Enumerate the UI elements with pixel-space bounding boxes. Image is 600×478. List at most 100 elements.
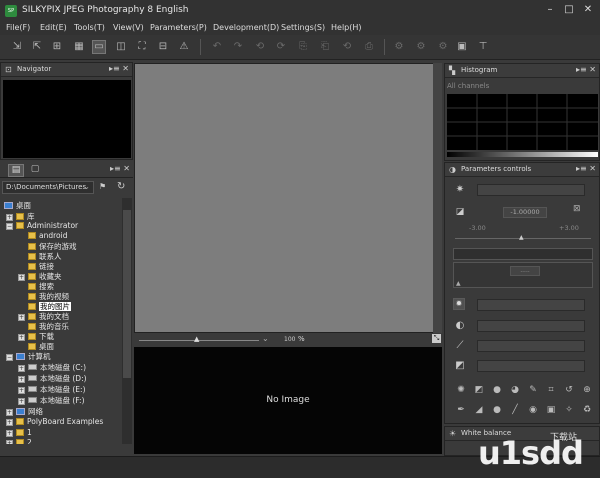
close-button[interactable]: ✕ (580, 3, 596, 17)
tool-gradient-icon[interactable]: ◢ (473, 404, 485, 416)
image-preview-canvas[interactable] (134, 63, 442, 333)
preview-view-icon[interactable]: ▭ (92, 40, 106, 54)
contrast-icon[interactable]: ◐ (453, 319, 467, 333)
panel-layout-icon[interactable]: ⊟ (156, 40, 170, 54)
menu-development[interactable]: Development(D) (213, 23, 279, 32)
tool-curve-icon[interactable]: ◩ (473, 384, 485, 396)
refresh-icon[interactable]: ↻ (117, 181, 125, 192)
grid-view-icon[interactable]: ⊞ (50, 40, 64, 54)
tree-item[interactable]: android (28, 231, 67, 241)
tool-sun-icon[interactable]: ✺ (455, 384, 467, 396)
fit-screen-icon[interactable]: ⤡ (432, 334, 441, 343)
rotate-left-icon[interactable]: ⟲ (253, 40, 267, 54)
reset-params-icon[interactable]: ⟲ (340, 40, 354, 54)
panel-menu-icon[interactable]: ▸≡ ✕ (576, 65, 596, 74)
tool-drop-icon[interactable]: ◕ (509, 384, 521, 396)
hammer-icon[interactable]: ⊤ (476, 40, 490, 54)
zoom-slider-thumb[interactable]: ▲ (194, 335, 199, 343)
tree-item[interactable]: + 下载 (18, 331, 54, 341)
tool-spot-icon[interactable]: ▣ (545, 404, 557, 416)
menu-file[interactable]: File(F) (6, 23, 30, 32)
zoom-dropdown-icon[interactable]: ⌄ (262, 334, 269, 343)
sharpness-icon[interactable]: ✹ (453, 298, 465, 310)
tool-crop-icon[interactable]: ⌗ (545, 384, 557, 396)
menu-parameters[interactable]: Parameters(P) (150, 23, 207, 32)
panel-menu-icon[interactable]: ▸≡ ✕ (110, 164, 130, 173)
menu-settings[interactable]: Settings(S) (281, 23, 325, 32)
exposure-value-field[interactable]: -1.00000 (503, 207, 547, 218)
tree-item[interactable]: − Administrator (6, 221, 78, 231)
tree-item[interactable]: + 库 (6, 211, 35, 221)
gear-icon[interactable]: ✷ (453, 183, 467, 197)
sharpness-dropdown[interactable] (477, 299, 585, 311)
tree-item[interactable]: + 我的文档 (18, 311, 69, 321)
tool-circle-icon[interactable]: ◉ (527, 404, 539, 416)
compare-view-icon[interactable]: ◫ (114, 40, 128, 54)
contrast-dropdown[interactable] (477, 320, 585, 332)
fullscreen-icon[interactable]: ⛶ (135, 40, 149, 54)
menu-view[interactable]: View(V) (113, 23, 144, 32)
color-dropdown[interactable] (477, 340, 585, 352)
tree-scrollbar[interactable] (122, 198, 132, 444)
noise-dropdown[interactable] (477, 360, 585, 372)
tool-wand-icon[interactable]: ✧ (563, 404, 575, 416)
tree-item[interactable]: + 本地磁盘 (F:) (18, 395, 85, 405)
tool-sphere-icon[interactable]: ● (491, 384, 503, 396)
tool-b-icon[interactable]: ⚙ (414, 40, 428, 54)
auto-exposure-icon[interactable]: ⊠ (573, 204, 581, 214)
tree-item[interactable]: 链接 (28, 261, 54, 271)
exposure-slider-thumb[interactable]: ▲ (519, 234, 524, 241)
tree-item[interactable]: +2 (6, 438, 32, 444)
tool-c-icon[interactable]: ⚙ (436, 40, 450, 54)
undo-icon[interactable]: ↶ (210, 40, 224, 54)
tree-item[interactable]: + 本地磁盘 (C:) (18, 362, 86, 372)
minimize-button[interactable]: – (542, 3, 558, 17)
tree-item[interactable]: + 网络 (6, 406, 43, 416)
tree-item[interactable]: 我的音乐 (28, 321, 69, 331)
save-params-icon[interactable]: ⎙ (362, 40, 376, 54)
tone-value[interactable]: ..... (510, 266, 540, 276)
tree-item[interactable]: +1 (6, 428, 32, 438)
preview-scrollbar[interactable] (433, 63, 442, 333)
tone-slider-thumb[interactable]: ▲ (456, 280, 461, 287)
batch-icon[interactable]: ⇱ (30, 40, 44, 54)
tool-drop2-icon[interactable]: ● (491, 404, 503, 416)
tone-dropdown[interactable] (453, 248, 593, 260)
noise-icon[interactable]: ◩ (453, 359, 467, 373)
tool-lens-icon[interactable]: ⊕ (581, 384, 593, 396)
comment-tab-icon[interactable]: ▢ (28, 164, 42, 177)
zoom-value[interactable]: 100 (284, 336, 295, 343)
tree-item[interactable]: 搜索 (28, 281, 54, 291)
menu-help[interactable]: Help(H) (331, 23, 362, 32)
menu-edit[interactable]: Edit(E) (40, 23, 67, 32)
paste-params-icon[interactable]: ⎗ (318, 40, 332, 54)
preset-dropdown[interactable] (477, 184, 585, 196)
panel-menu-icon[interactable]: ▸≡ ✕ (109, 64, 129, 73)
tool-a-icon[interactable]: ⚙ (392, 40, 406, 54)
copy-params-icon[interactable]: ⎘ (296, 40, 310, 54)
tool-line-icon[interactable]: ╱ (509, 404, 521, 416)
tree-item[interactable]: + 本地磁盘 (D:) (18, 373, 87, 383)
tree-item[interactable]: 联系人 (28, 251, 62, 261)
tree-item[interactable]: + PolyBoard Examples (6, 417, 103, 427)
rotate-right-icon[interactable]: ⟳ (274, 40, 288, 54)
tree-scroll-thumb[interactable] (123, 210, 131, 378)
tree-item[interactable]: 保存的游戏 (28, 241, 77, 251)
histogram-channel-select[interactable]: All channels (447, 82, 597, 94)
tree-item[interactable]: 我的视频 (28, 291, 69, 301)
panel-menu-icon[interactable]: ▸≡ ✕ (576, 164, 596, 173)
tree-item[interactable]: + 收藏夹 (18, 271, 62, 281)
tree-item-selected[interactable]: 我的图片 (28, 301, 71, 311)
tool-pen-icon[interactable]: ✒ (455, 404, 467, 416)
tree-item[interactable]: 桌面 (28, 341, 54, 351)
warning-icon[interactable]: ⚠ (177, 40, 191, 54)
tool-rotate-icon[interactable]: ↺ (563, 384, 575, 396)
eyedropper-icon[interactable]: ⟋ (453, 339, 467, 353)
pin-folder-icon[interactable]: ⚑ (99, 182, 106, 191)
tree-item[interactable]: − 计算机 (6, 351, 51, 361)
thumbnail-view-icon[interactable]: ▦ (72, 40, 86, 54)
tree-item[interactable]: 桌面 (4, 200, 31, 210)
develop-icon[interactable]: ⇲ (10, 40, 24, 54)
path-dropdown[interactable]: D:\Documents\Pictures ⌄ (2, 181, 94, 194)
tool-recycle-icon[interactable]: ♻ (581, 404, 593, 416)
